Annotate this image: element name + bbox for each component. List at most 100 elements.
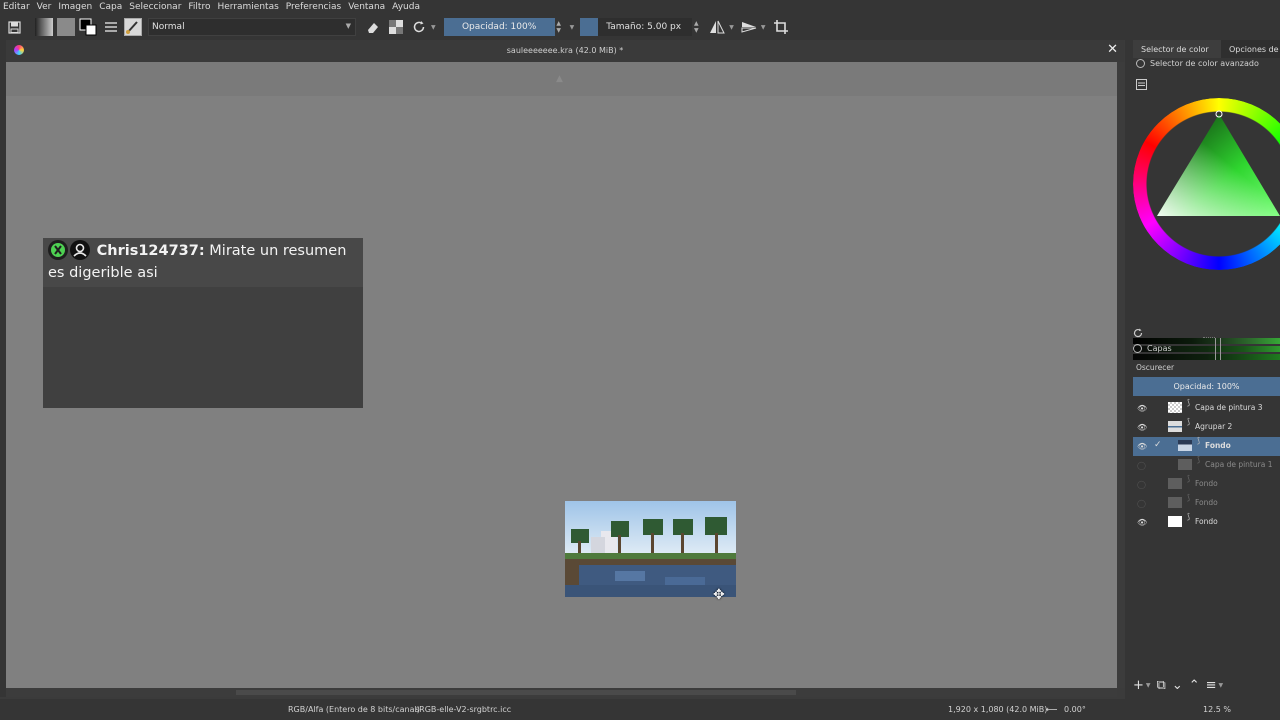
- user-badge-icon: [70, 240, 90, 260]
- brush-preset-icon[interactable]: [124, 18, 142, 36]
- opacity-slider-label: Opacidad: 100%: [461, 22, 537, 32]
- eye-icon[interactable]: 👁: [1137, 404, 1147, 413]
- size-slider-label: Tamaño: 5.00 px: [606, 22, 682, 32]
- color-wheel[interactable]: [1133, 96, 1280, 270]
- panel-float-icon[interactable]: [1136, 59, 1145, 68]
- layer-row[interactable]: ◯ ⟆ Capa de pintura 1: [1133, 455, 1280, 475]
- layers-panel: Capas Oscurecer Opacidad: 100% 👁 ⟆ Capa …: [1133, 328, 1280, 699]
- eye-icon[interactable]: 👁: [1137, 518, 1147, 527]
- layer-menu-icon[interactable]: ≡: [1206, 678, 1217, 693]
- layers-panel-title: Capas: [1147, 344, 1172, 353]
- layer-link-icon: ⟆: [1187, 474, 1191, 483]
- layer-opacity-slider[interactable]: Opacidad: 100%: [1133, 377, 1280, 396]
- refresh-icon[interactable]: [1133, 323, 1143, 342]
- layer-row[interactable]: 👁 ⟆ Capa de pintura 3: [1133, 398, 1280, 418]
- layer-link-icon: ⟆: [1187, 493, 1191, 502]
- status-color-profile: sRGB-elle-V2-srgbtrc.icc: [415, 705, 512, 714]
- horizontal-scrollbar[interactable]: [6, 688, 1117, 697]
- layers-footer-toolbar: + ▼ ⧉ ⌄ ⌃ ≡ ▼: [1133, 675, 1280, 695]
- blend-mode-select[interactable]: Normal ▼: [148, 18, 356, 36]
- layer-thumbnail: [1168, 421, 1182, 432]
- add-layer-icon[interactable]: +: [1133, 678, 1144, 693]
- eye-icon[interactable]: 👁: [1137, 442, 1147, 451]
- document-tab-bar: sauleeeeeee.kra (42.0 MiB) * ✕: [6, 40, 1124, 62]
- layer-name: Fondo: [1195, 517, 1218, 526]
- eye-off-icon[interactable]: ◯: [1137, 461, 1146, 470]
- move-layer-down-icon[interactable]: ⌄: [1172, 678, 1183, 693]
- layer-row[interactable]: ◯ ⟆ Fondo: [1133, 474, 1280, 494]
- menu-ayuda[interactable]: Ayuda: [389, 2, 424, 12]
- layer-link-icon: ⟆: [1187, 512, 1191, 521]
- eye-off-icon[interactable]: ◯: [1137, 480, 1146, 489]
- tab-tool-options[interactable]: Opciones de h: [1221, 40, 1280, 58]
- duplicate-layer-icon[interactable]: ⧉: [1157, 678, 1166, 693]
- xbox-badge-icon: [48, 240, 68, 260]
- layer-row[interactable]: 👁 ⟆ Fondo: [1133, 512, 1280, 532]
- opacity-spinner[interactable]: ▲ ▼: [554, 18, 563, 36]
- layer-thumbnail: [1178, 440, 1192, 451]
- canvas-collapse-arrow-icon[interactable]: ▲: [556, 74, 563, 84]
- menu-preferencias[interactable]: Preferencias: [283, 2, 345, 12]
- mirror-vertical-icon[interactable]: [740, 18, 758, 36]
- menu-herramientas[interactable]: Herramientas: [214, 2, 282, 12]
- move-layer-up-icon[interactable]: ⌃: [1189, 678, 1200, 693]
- chevron-down-icon[interactable]: ▼: [1219, 682, 1224, 689]
- horizontal-scrollbar-thumb[interactable]: [236, 690, 796, 695]
- eye-icon[interactable]: 👁: [1137, 423, 1147, 432]
- reload-preset-icon[interactable]: [410, 18, 428, 36]
- layer-row[interactable]: 👁 ✓ ⟆ Fondo: [1133, 436, 1280, 456]
- menu-seleccionar[interactable]: Seleccionar: [126, 2, 185, 12]
- document-title[interactable]: sauleeeeeee.kra (42.0 MiB) *: [6, 46, 1124, 55]
- save-icon[interactable]: [5, 18, 23, 36]
- move-cursor-icon: ✥: [713, 587, 725, 603]
- check-icon[interactable]: ✓: [1154, 440, 1162, 450]
- blend-mode-value: Normal: [152, 22, 185, 32]
- eraser-icon[interactable]: [364, 18, 382, 36]
- layer-thumbnail: [1178, 459, 1192, 470]
- mirror-horizontal-icon[interactable]: [708, 18, 726, 36]
- brush-settings-icon[interactable]: [102, 18, 120, 36]
- layer-link-icon: ⟆: [1197, 436, 1201, 445]
- color-settings-icon[interactable]: [1136, 75, 1147, 94]
- menu-editar[interactable]: Editar: [0, 2, 34, 12]
- layer-row[interactable]: 👁 ⟆ Agrupar 2: [1133, 417, 1280, 437]
- status-color-space: RGB/Alfa (Entero de 8 bits/canal): [288, 705, 420, 714]
- panel-splitter[interactable]: [1203, 337, 1215, 338]
- opacity-slider[interactable]: Opacidad: 100%: [443, 18, 555, 36]
- layer-name: Capa de pintura 1: [1205, 460, 1273, 469]
- size-spinner[interactable]: ▲ ▼: [692, 18, 701, 36]
- menu-capa[interactable]: Capa: [96, 2, 126, 12]
- layer-blend-mode-value: Oscurecer: [1136, 363, 1175, 372]
- status-rotation[interactable]: 0.00°: [1064, 705, 1086, 714]
- menu-ventana[interactable]: Ventana: [345, 2, 389, 12]
- gradient-swatch[interactable]: [35, 18, 53, 36]
- eye-off-icon[interactable]: ◯: [1137, 499, 1146, 508]
- size-slider-fill[interactable]: [580, 18, 599, 36]
- color-panel-title: Selector de color avanzado: [1150, 59, 1259, 68]
- chat-message: Chris124737: Mirate un resumen es digeri…: [43, 238, 363, 287]
- crop-icon[interactable]: [772, 18, 790, 36]
- alpha-lock-icon[interactable]: [387, 18, 405, 36]
- pattern-swatch[interactable]: [57, 18, 75, 36]
- chevron-down-icon[interactable]: ▼: [1146, 682, 1151, 689]
- layer-name: Agrupar 2: [1195, 422, 1233, 431]
- chat-username: Chris124737:: [96, 243, 205, 259]
- layer-row[interactable]: ◯ ⟆ Fondo: [1133, 493, 1280, 513]
- chevron-down-icon[interactable]: ▼: [431, 24, 436, 31]
- layer-link-icon: ⟆: [1187, 398, 1191, 407]
- menu-filtro[interactable]: Filtro: [185, 2, 214, 12]
- tab-color-selector[interactable]: Selector de color ...: [1133, 40, 1221, 63]
- vertical-scrollbar[interactable]: [1117, 62, 1125, 688]
- layer-blend-mode-select[interactable]: Oscurecer: [1133, 360, 1280, 374]
- panel-float-icon[interactable]: [1133, 344, 1142, 353]
- size-slider[interactable]: Tamaño: 5.00 px: [598, 18, 693, 36]
- layer-opacity-label: Opacidad: 100%: [1173, 382, 1240, 391]
- close-icon[interactable]: ✕: [1107, 42, 1118, 57]
- chevron-down-icon[interactable]: ▼: [729, 24, 734, 31]
- chevron-down-icon[interactable]: ▼: [570, 24, 575, 31]
- status-zoom[interactable]: 12.5 %: [1203, 705, 1231, 714]
- fg-bg-color-icon[interactable]: [79, 18, 97, 36]
- menu-imagen[interactable]: Imagen: [55, 2, 96, 12]
- menu-ver[interactable]: Ver: [34, 2, 56, 12]
- chevron-down-icon[interactable]: ▼: [761, 24, 766, 31]
